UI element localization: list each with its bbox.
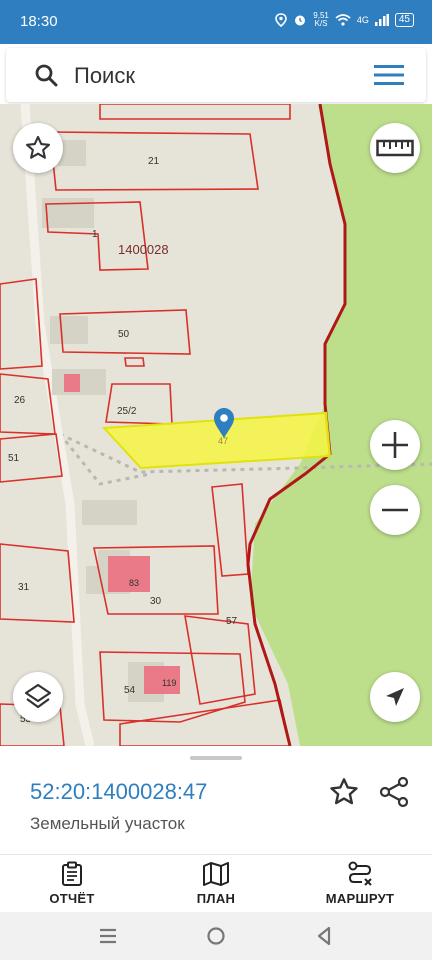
share-icon[interactable] — [378, 776, 410, 808]
search-icon[interactable] — [34, 63, 58, 87]
parcel-label: 21 — [148, 156, 160, 167]
layers-icon — [24, 683, 52, 709]
system-navigation-bar — [0, 912, 432, 960]
nav-plan[interactable]: ПЛАН — [161, 861, 271, 906]
cadastral-number: 52:20:1400028:47 — [30, 779, 208, 804]
building-label: 83 — [129, 578, 139, 588]
parcel-label: 50 — [118, 329, 130, 340]
favorite-map-button[interactable] — [13, 123, 63, 173]
search-bar[interactable]: Поиск — [6, 48, 426, 102]
wifi-status-icon — [335, 14, 351, 26]
ruler-button[interactable] — [370, 123, 420, 173]
star-icon — [25, 135, 51, 159]
block-label: 1400028 — [118, 242, 169, 257]
parcel-label: 26 — [14, 395, 26, 406]
ruler-icon — [376, 139, 414, 157]
nav-report[interactable]: ОТЧЁТ — [17, 861, 127, 906]
layers-button[interactable] — [13, 672, 63, 722]
net-speed: 9,51 K/S — [313, 11, 329, 28]
recent-apps-icon[interactable] — [96, 924, 120, 948]
status-time: 18:30 — [20, 13, 58, 30]
my-location-button[interactable] — [370, 672, 420, 722]
parcel-label: 57 — [226, 616, 238, 627]
location-status-icon — [275, 13, 288, 27]
building-label: 119 — [162, 678, 176, 688]
battery-indicator: 45 — [394, 13, 414, 27]
home-icon[interactable] — [204, 924, 228, 948]
search-input[interactable]: Поиск — [74, 63, 135, 89]
nav-route-label: МАРШРУТ — [325, 891, 395, 906]
selected-parcel-label: 47 — [218, 436, 228, 446]
object-type: Земельный участок — [30, 814, 185, 833]
cadastral-map[interactable]: 21 1 50 25/2 26 51 31 30 57 54 53 83 119… — [0, 104, 432, 746]
back-icon[interactable] — [312, 924, 336, 948]
status-bar: 18:30 9,51 K/S 4G 45 — [0, 0, 432, 44]
object-info-sheet[interactable]: 52:20:1400028:47 Земельный участок — [0, 746, 432, 854]
bottom-navigation: ОТЧЁТ ПЛАН МАРШРУТ — [0, 854, 432, 912]
menu-icon[interactable] — [374, 63, 404, 87]
nav-route[interactable]: МАРШРУТ — [305, 861, 415, 906]
parcel-label: 31 — [18, 582, 30, 593]
parcel-label: 30 — [150, 596, 162, 607]
status-icons: 9,51 K/S 4G 45 — [275, 12, 414, 28]
route-icon — [348, 861, 372, 886]
parcel-label: 54 — [124, 685, 136, 696]
network-type: 4G — [356, 15, 369, 25]
nav-report-label: ОТЧЁТ — [49, 891, 95, 906]
sheet-drag-handle[interactable] — [190, 756, 242, 760]
plus-icon — [382, 432, 408, 458]
parcel-label: 25/2 — [117, 406, 137, 417]
navigation-arrow-icon — [386, 688, 404, 706]
nav-plan-label: ПЛАН — [196, 891, 236, 906]
report-icon — [62, 861, 82, 886]
zoom-out-button[interactable] — [370, 485, 420, 535]
map-plan-icon — [203, 862, 229, 886]
parcel-label: 1 — [92, 229, 98, 240]
star-icon[interactable] — [328, 776, 360, 808]
signal-status-icon — [374, 14, 389, 26]
map-canvas[interactable]: 21 1 50 25/2 26 51 31 30 57 54 53 83 119… — [0, 104, 432, 746]
parcel-label: 51 — [8, 453, 20, 464]
zoom-in-button[interactable] — [370, 420, 420, 470]
minus-icon — [382, 508, 408, 512]
alarm-status-icon — [295, 15, 306, 26]
